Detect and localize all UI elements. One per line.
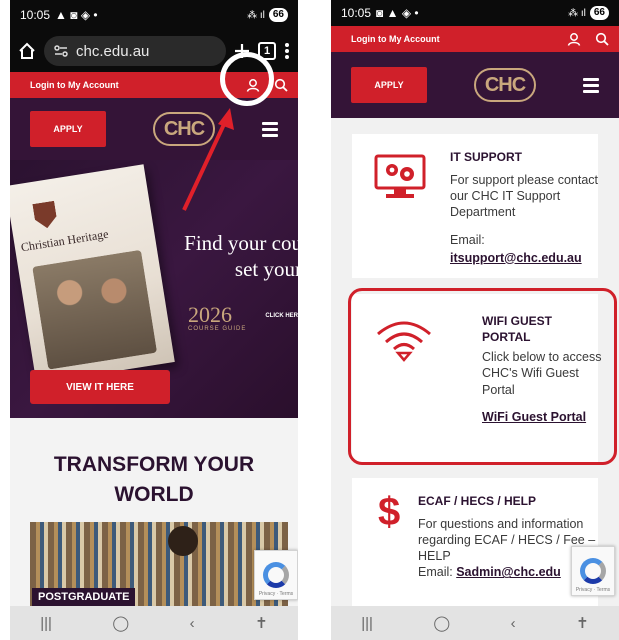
notification-icons: ◙ ▲ ◈ • — [376, 6, 419, 20]
pointer-arrow-icon — [182, 108, 234, 211]
phone-screenshot-support: 10:05 ◙ ▲ ◈ • ⁂ ıl 66 Login to My Accoun… — [331, 0, 619, 640]
home-nav-icon[interactable]: ◯ — [112, 614, 129, 632]
site-header: APPLY CHC — [331, 52, 619, 118]
ecaf-email-link[interactable]: Sadmin@chc.edu — [456, 565, 561, 579]
recaptcha-icon — [263, 562, 289, 588]
site-settings-icon[interactable] — [54, 45, 68, 57]
hero-headline: Find your cou set your — [184, 230, 298, 283]
hamburger-menu-icon[interactable] — [583, 77, 599, 93]
android-nav-bar: ||| ◯ ‹ ✝ — [331, 606, 619, 640]
hero-banner: Christian Heritage Find your cou set you… — [10, 160, 298, 418]
transform-heading-line1: TRANSFORM YOUR — [53, 453, 255, 476]
user-account-icon[interactable] — [567, 32, 581, 46]
url-bar[interactable]: chc.edu.au — [44, 36, 226, 66]
accessibility-icon[interactable]: ✝ — [255, 614, 268, 632]
course-guide-image: Christian Heritage — [10, 164, 175, 384]
recaptcha-text: Privacy · Terms — [575, 587, 611, 593]
login-link[interactable]: Login to My Account — [30, 80, 119, 90]
android-nav-bar: ||| ◯ ‹ ✝ — [10, 606, 298, 640]
hamburger-menu-icon[interactable] — [262, 121, 278, 137]
it-support-email-label: Email: — [450, 233, 485, 248]
wifi-highlight-box — [348, 288, 617, 465]
recaptcha-text: Privacy · Terms — [258, 591, 294, 597]
hero-headline-line2: set your — [234, 257, 298, 282]
ecaf-email-label: Email: — [418, 565, 453, 580]
search-icon[interactable] — [274, 78, 288, 92]
home-icon[interactable] — [18, 42, 36, 60]
status-time: 10:05 — [20, 8, 51, 22]
hero-year: 2026 — [188, 302, 232, 327]
hero-guide-label: COURSE GUIDE — [188, 326, 247, 332]
recaptcha-badge[interactable]: Privacy · Terms — [254, 550, 298, 600]
phone-screenshot-home: 10:05 ▲ ◙ ◈ • ⁂ ıl 66 chc.edu.au 1 Login… — [10, 0, 298, 640]
postgraduate-label[interactable]: POSTGRADUATE — [32, 588, 136, 606]
transform-heading-line2: WORLD — [114, 483, 194, 507]
recaptcha-badge[interactable]: Privacy · Terms — [571, 546, 615, 596]
highlight-circle — [220, 52, 274, 106]
page: 10:05 ▲ ◙ ◈ • ⁂ ıl 66 chc.edu.au 1 Login… — [0, 0, 619, 640]
view-it-here-button[interactable]: VIEW IT HERE — [30, 370, 170, 404]
students-photo — [32, 249, 158, 370]
signal-icon: ⁂ ıl — [247, 9, 265, 21]
back-icon[interactable]: ‹ — [190, 615, 195, 632]
recaptcha-icon — [580, 558, 606, 584]
more-menu-icon[interactable] — [284, 42, 290, 60]
accessibility-icon[interactable]: ✝ — [576, 614, 589, 632]
student-figure — [168, 526, 198, 556]
apply-button[interactable]: APPLY — [351, 67, 427, 103]
status-time: 10:05 — [341, 6, 372, 20]
chc-logo[interactable]: CHC — [474, 68, 536, 102]
it-support-card: IT SUPPORT For support please contact ou… — [352, 134, 598, 278]
hero-click-label[interactable]: CLICK HER — [265, 313, 298, 319]
computer-settings-icon — [374, 154, 426, 205]
it-support-email-link[interactable]: itsupport@chc.edu.au — [450, 251, 582, 265]
it-support-title: IT SUPPORT — [450, 150, 523, 164]
status-bar: 10:05 ◙ ▲ ◈ • ⁂ ıl 66 — [331, 0, 619, 26]
url-text: chc.edu.au — [76, 42, 150, 60]
dollar-icon: $ — [378, 490, 401, 534]
site-header: APPLY CHC — [10, 98, 298, 160]
recent-apps-icon[interactable]: ||| — [40, 615, 52, 632]
crest-icon — [32, 201, 58, 230]
battery-indicator: 66 — [589, 6, 609, 20]
it-support-body: For support please contact our CHC IT Su… — [450, 172, 598, 220]
ecaf-title: ECAF / HECS / HELP — [418, 494, 537, 508]
login-bar: Login to My Account — [331, 26, 619, 52]
status-bar: 10:05 ▲ ◙ ◈ • ⁂ ıl 66 — [10, 0, 298, 30]
back-icon[interactable]: ‹ — [511, 615, 516, 632]
home-nav-icon[interactable]: ◯ — [433, 614, 450, 632]
hero-headline-line1: Find your cou — [184, 231, 298, 255]
transform-heading: TRANSFORM YOUR WORLD — [10, 450, 298, 511]
login-link[interactable]: Login to My Account — [351, 34, 440, 44]
ecaf-hecs-help-card: $ ECAF / HECS / HELP For questions and i… — [352, 478, 598, 618]
signal-icon: ⁂ ıl — [568, 7, 586, 19]
apply-button[interactable]: APPLY — [30, 111, 106, 147]
notification-icons: ▲ ◙ ◈ • — [55, 8, 98, 22]
recent-apps-icon[interactable]: ||| — [361, 615, 373, 632]
search-icon[interactable] — [595, 32, 609, 46]
battery-indicator: 66 — [268, 8, 288, 22]
guide-title: Christian Heritage — [19, 226, 110, 255]
